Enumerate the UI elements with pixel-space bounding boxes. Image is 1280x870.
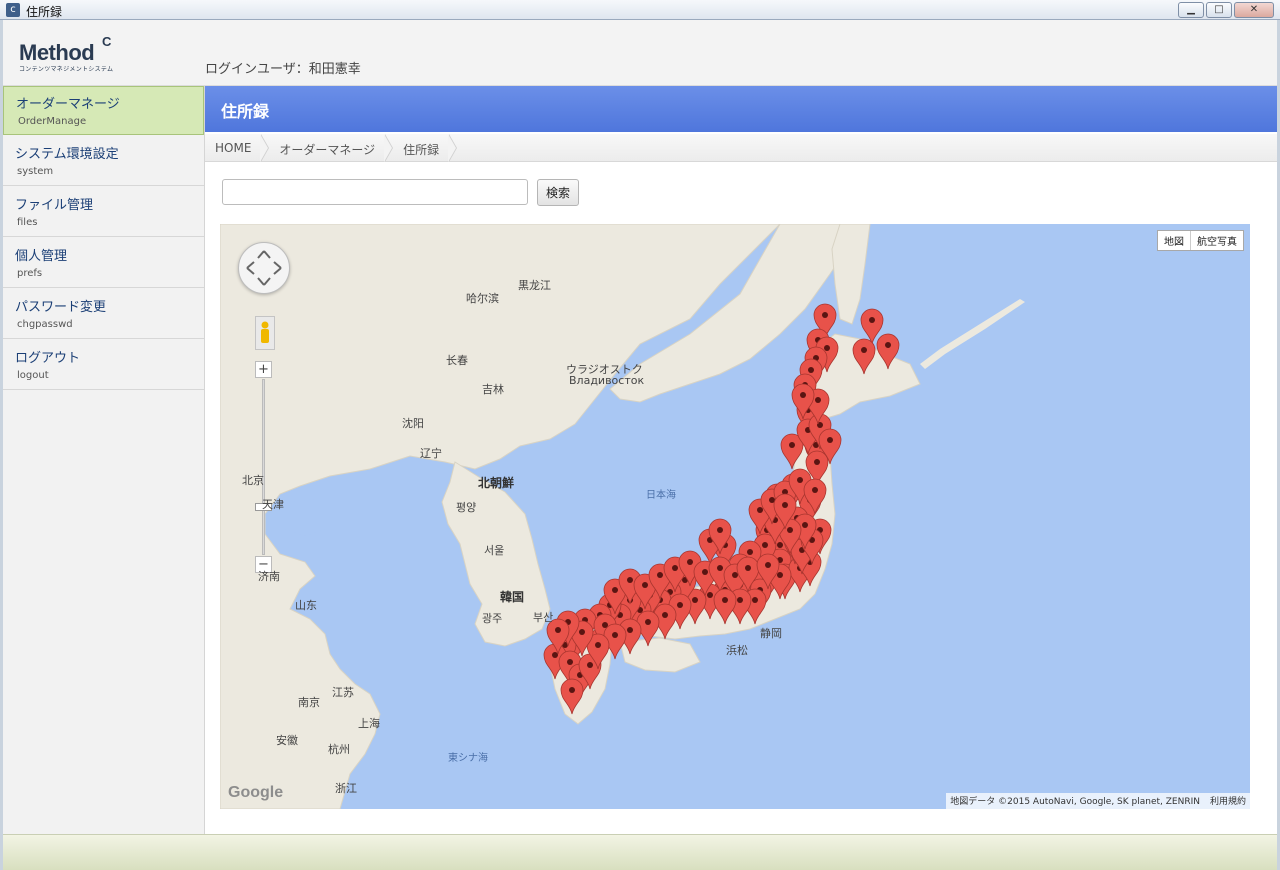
map-label-sea-of-japan: 日本海 — [646, 490, 676, 501]
map-label-hangzhou: 杭州 — [328, 743, 350, 756]
sidebar-item-ordermanage[interactable]: オーダーマネージ OrderManage — [3, 86, 204, 135]
breadcrumb-home[interactable]: HOME — [205, 134, 270, 162]
breadcrumb-current: 住所録 — [393, 134, 458, 162]
map-label-south-korea: 韓国 — [500, 590, 525, 604]
map-attribution: 地図データ ©2015 AutoNavi, Google, SK planet,… — [946, 793, 1250, 809]
pan-control[interactable] — [238, 242, 290, 294]
map-label-liaoning: 辽宁 — [420, 447, 442, 460]
sidebar-item-sub: chgpasswd — [17, 319, 73, 330]
sidebar-item-label: 個人管理 — [15, 249, 68, 264]
sidebar-item-label: オーダーマネージ — [16, 97, 120, 112]
map-label-seoul: 서울 — [484, 544, 505, 557]
search-button[interactable]: 検索 — [537, 179, 579, 206]
map-type-map-button[interactable]: 地図 — [1158, 231, 1191, 250]
map-label-zhejiang: 浙江 — [335, 782, 357, 795]
sidebar-item-sub: prefs — [17, 268, 43, 279]
minimize-button[interactable]: ▁ — [1178, 2, 1204, 18]
maximize-button[interactable]: □ — [1206, 2, 1232, 18]
map-attribution-text: 地図データ ©2015 AutoNavi, Google, SK planet,… — [950, 797, 1200, 807]
map-label-east-china-sea: 東シナ海 — [448, 753, 488, 764]
main-content: 住所録 HOME オーダーマネージ 住所録 検索 地図 航空写真 + − 黒龙江… — [205, 86, 1277, 834]
window-titlebar[interactable]: c 住所録 ▁ □ ✕ — [0, 0, 1280, 20]
map-label-shanghai: 上海 — [358, 717, 380, 730]
map-label-nanjing: 南京 — [298, 696, 320, 709]
map-terms-link[interactable]: 利用規約 — [1210, 794, 1246, 808]
sidebar-item-sub: OrderManage — [18, 116, 87, 127]
app-header: Method C コンテンツマネジメントシステム ログインユーザ：和田憲幸 — [3, 20, 1277, 86]
sidebar-item-prefs[interactable]: 個人管理 prefs — [3, 239, 204, 288]
page-title: 住所録 — [221, 102, 270, 121]
map-label-heilongjiang: 黒龙江 — [518, 279, 551, 292]
pan-arrows-icon — [246, 250, 282, 286]
sidebar-item-label: パスワード変更 — [15, 300, 107, 315]
map-label-jinan: 济南 — [258, 570, 280, 583]
map-label-anhui: 安徽 — [276, 734, 298, 747]
map-label-shandong: 山东 — [295, 599, 317, 612]
app-icon: c — [6, 3, 20, 17]
kuril-islands — [920, 299, 1025, 369]
map-label-jiangsu: 江苏 — [332, 686, 354, 699]
zoom-in-button[interactable]: + — [255, 361, 272, 378]
sidebar-item-chgpasswd[interactable]: パスワード変更 chgpasswd — [3, 290, 204, 339]
address-map[interactable]: 地図 航空写真 + − 黒龙江 哈尔滨 长春 吉林 ウラジオストク Владив… — [220, 224, 1250, 809]
close-button[interactable]: ✕ — [1234, 2, 1274, 18]
login-user: ログインユーザ：和田憲幸 — [205, 62, 361, 77]
map-type-satellite-button[interactable]: 航空写真 — [1191, 231, 1243, 250]
logo-subtitle: コンテンツマネジメントシステム — [19, 66, 114, 73]
search-input[interactable] — [222, 179, 528, 205]
sidebar-item-sub: logout — [17, 370, 49, 381]
window-controls: ▁ □ ✕ — [1178, 2, 1274, 18]
app-footer — [3, 834, 1277, 870]
map-type-control: 地図 航空写真 — [1157, 230, 1244, 251]
map-label-harbin: 哈尔滨 — [466, 292, 499, 305]
sidebar-item-logout[interactable]: ログアウト logout — [3, 341, 204, 390]
street-view-pegman-icon[interactable] — [255, 316, 275, 350]
breadcrumb: HOME オーダーマネージ 住所録 — [205, 134, 1277, 162]
map-label-changchun: 长春 — [446, 354, 468, 367]
sidebar-item-system[interactable]: システム環境設定 system — [3, 137, 204, 186]
map-label-tianjin: 天津 — [262, 498, 284, 511]
sidebar-item-files[interactable]: ファイル管理 files — [3, 188, 204, 237]
sidebar-item-label: ファイル管理 — [15, 198, 94, 213]
map-label-hamamatsu: 浜松 — [726, 644, 748, 657]
sidebar-item-sub: system — [17, 166, 54, 177]
sakhalin-landmass — [831, 224, 871, 325]
map-label-jilin: 吉林 — [482, 383, 504, 396]
map-label-busan: 부산 — [533, 611, 554, 624]
logo-mark: C — [102, 34, 112, 49]
google-logo[interactable]: Google — [228, 784, 283, 802]
map-label-shenyang: 沈阳 — [402, 417, 424, 430]
sidebar-item-sub: files — [17, 217, 38, 228]
map-label-north-korea: 北朝鮮 — [478, 476, 515, 490]
logo: Method — [19, 40, 95, 65]
map-label-beijing: 北京 — [242, 474, 264, 487]
sidebar-item-label: ログアウト — [15, 351, 81, 366]
breadcrumb-ordermanage[interactable]: オーダーマネージ — [269, 134, 393, 162]
map-label-pyongyang: 평양 — [456, 501, 477, 514]
zoom-slider-track[interactable] — [262, 379, 265, 555]
window-title: 住所録 — [26, 5, 63, 19]
sidebar-item-label: システム環境設定 — [15, 147, 119, 162]
map-label-gwangju: 광주 — [482, 612, 503, 625]
map-label-shizuoka: 静岡 — [760, 627, 782, 640]
map-label-vladivostok-ru: Владивосток — [569, 374, 645, 387]
sidebar: オーダーマネージ OrderManage システム環境設定 system ファイ… — [3, 86, 205, 834]
page-header: 住所録 — [205, 86, 1277, 132]
